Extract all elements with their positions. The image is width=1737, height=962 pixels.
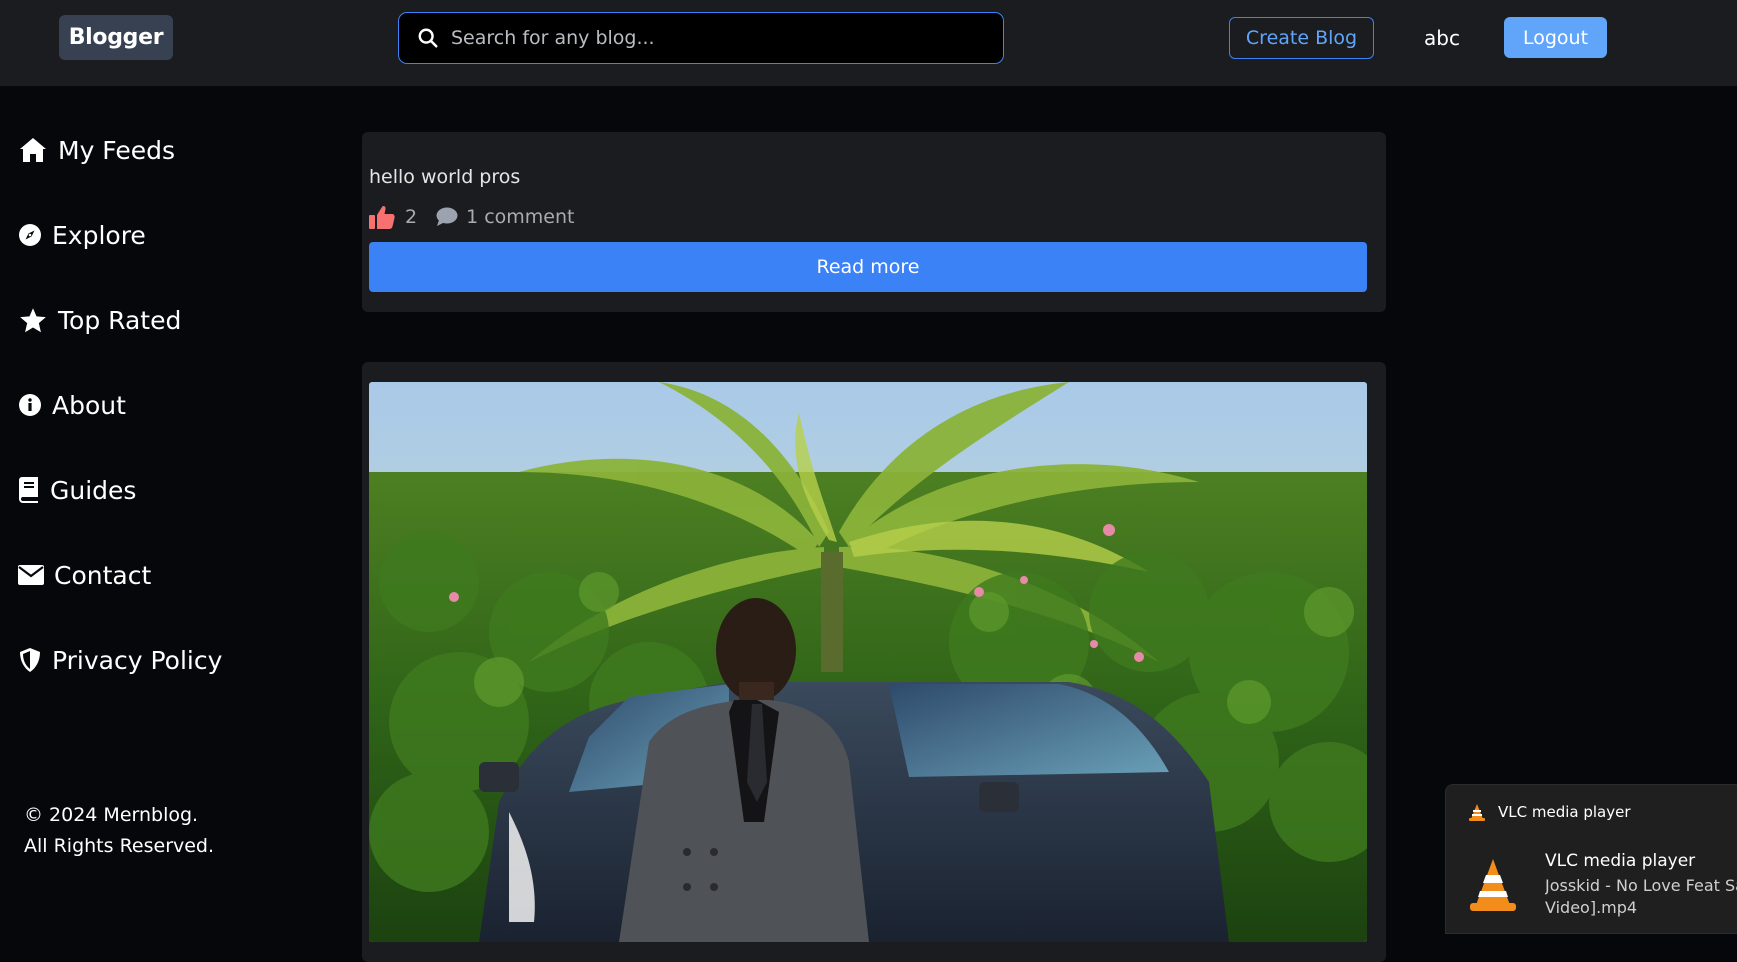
like-count: 2 <box>405 205 418 228</box>
read-more-button[interactable]: Read more <box>369 242 1367 292</box>
sidebar: My Feeds Explore Top Rated About Guides … <box>0 86 340 922</box>
sidebar-item-label: Contact <box>54 560 152 590</box>
sidebar-item-label: Privacy Policy <box>52 645 223 675</box>
notification-title: VLC media player <box>1545 851 1696 871</box>
sidebar-item-privacy-policy[interactable]: Privacy Policy <box>18 645 222 675</box>
search-bar[interactable] <box>398 12 1004 64</box>
copyright-line: © 2024 Mernblog. <box>24 804 199 826</box>
thumbs-up-icon[interactable] <box>369 203 396 230</box>
book-icon <box>18 475 40 505</box>
star-icon <box>18 305 48 335</box>
comment-count[interactable]: 1 comment <box>466 206 574 228</box>
post-title: hello world pros <box>369 166 521 188</box>
vlc-cone-icon <box>1468 857 1518 913</box>
username-label: abc <box>1424 26 1460 50</box>
sidebar-item-label: Top Rated <box>58 305 182 335</box>
copyright-footer: © 2024 Mernblog. All Rights Reserved. <box>24 800 214 862</box>
logout-button[interactable]: Logout <box>1504 17 1607 58</box>
info-icon <box>18 390 42 420</box>
notification-app-name: VLC media player <box>1498 803 1631 821</box>
search-icon <box>417 26 441 50</box>
post-card <box>362 362 1386 962</box>
search-input[interactable] <box>451 13 1003 63</box>
comment-icon[interactable] <box>436 206 458 228</box>
compass-icon <box>18 220 42 250</box>
sidebar-item-contact[interactable]: Contact <box>18 560 151 590</box>
sidebar-item-guides[interactable]: Guides <box>18 475 136 505</box>
post-card: hello world pros 2 1 comment Read more <box>362 132 1386 312</box>
rights-line: All Rights Reserved. <box>24 835 215 857</box>
sidebar-item-about[interactable]: About <box>18 390 126 420</box>
sidebar-item-my-feeds[interactable]: My Feeds <box>18 135 175 165</box>
sidebar-item-label: My Feeds <box>58 135 175 165</box>
post-cover-image[interactable] <box>369 382 1367 942</box>
notification-app-row: VLC media player <box>1468 803 1631 821</box>
envelope-icon <box>18 560 44 590</box>
shield-icon <box>18 645 42 675</box>
notification-body: Josskid - No Love Feat Sa Video].mp4 <box>1545 876 1737 917</box>
sidebar-item-top-rated[interactable]: Top Rated <box>18 305 181 335</box>
sidebar-item-explore[interactable]: Explore <box>18 220 146 250</box>
home-icon <box>18 135 48 165</box>
sidebar-item-label: About <box>52 390 126 420</box>
vlc-notification-toast[interactable]: VLC media player VLC media player Josski… <box>1445 784 1737 934</box>
top-navbar: Blogger Create Blog abc Logout <box>0 0 1737 86</box>
sidebar-item-label: Guides <box>50 475 137 505</box>
sidebar-item-label: Explore <box>52 220 146 250</box>
vlc-cone-icon <box>1468 803 1486 821</box>
create-blog-button[interactable]: Create Blog <box>1229 17 1374 59</box>
brand-logo[interactable]: Blogger <box>59 15 173 60</box>
post-stats: 2 1 comment <box>369 203 575 230</box>
